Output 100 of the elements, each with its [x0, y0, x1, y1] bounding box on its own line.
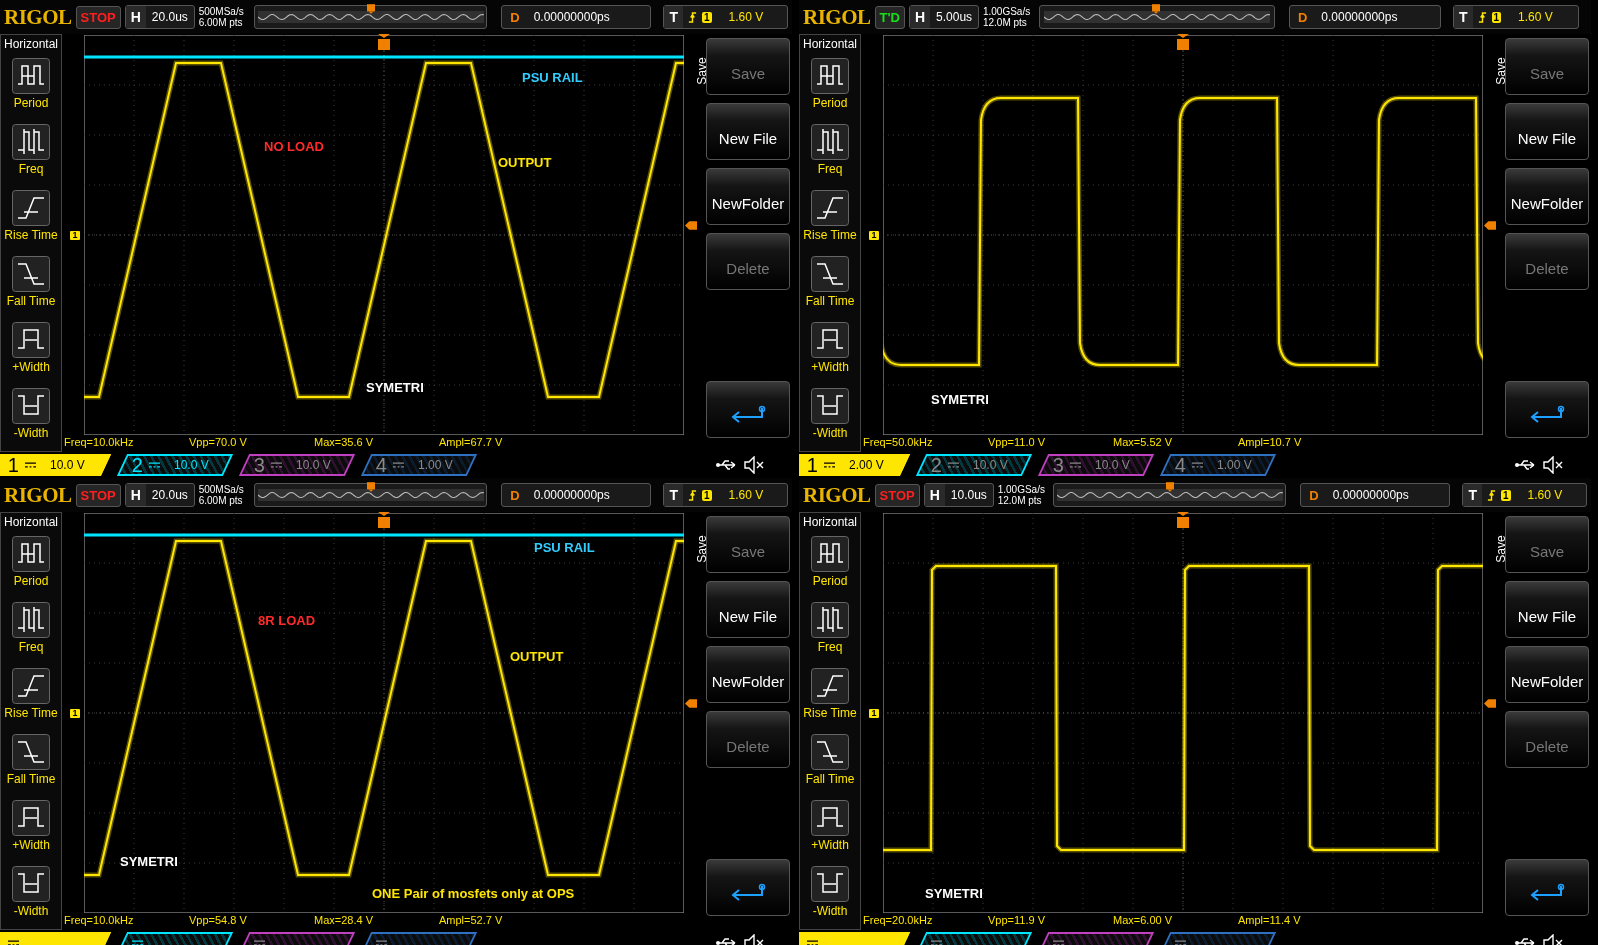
channel-tab[interactable]: 2 10.0 V	[116, 454, 234, 476]
trigger-position-icon	[367, 4, 376, 14]
delay-label: D	[509, 9, 521, 25]
softkey-button[interactable]: New File	[1505, 103, 1589, 160]
measure-label: Rise Time	[803, 228, 857, 242]
dc-coupling-icon	[25, 462, 37, 468]
measurement-value: Freq=20.0kHz	[863, 914, 934, 928]
measure-icon[interactable]	[12, 388, 50, 424]
measure-icon[interactable]	[811, 58, 849, 94]
timebase-label: H	[125, 6, 146, 28]
measurement-value: Freq=10.0kHz	[64, 914, 135, 928]
annotation-text: SYMETRI	[120, 853, 178, 869]
channel-tab[interactable]: 1 2.00 V	[799, 454, 911, 476]
channel-tab[interactable]: 3 10.0 V	[1037, 454, 1155, 476]
rising-edge-icon	[688, 10, 698, 24]
trigger-label: T	[664, 484, 684, 506]
measurement-value: Freq=50.0kHz	[863, 436, 934, 450]
run-status[interactable]: STOP	[75, 483, 121, 507]
menu-title: Horizontal	[803, 514, 857, 531]
measure-label: Freq	[18, 640, 44, 654]
brand-logo: RIGOL	[4, 4, 72, 30]
run-status[interactable]: STOP	[874, 483, 920, 507]
trigger-level-icon	[685, 220, 697, 230]
softkey-button[interactable]: New File	[1505, 581, 1589, 638]
channel-tab[interactable]: 3 10.0 V	[238, 454, 356, 476]
enter-button[interactable]	[706, 859, 790, 916]
measure-icon[interactable]	[811, 124, 849, 160]
channel-tab[interactable]: 4 1.00 V	[360, 454, 478, 476]
measure-icon[interactable]	[811, 322, 849, 358]
softkey-button[interactable]: NewFolder	[706, 646, 790, 703]
sample-rate: 500MSa/s	[198, 484, 245, 495]
enter-button[interactable]	[1505, 859, 1589, 916]
measure-icon[interactable]	[811, 256, 849, 292]
memory-depth: 6.00M pts	[198, 17, 244, 28]
trigger-position-icon	[1166, 482, 1175, 492]
measure-icon[interactable]	[811, 734, 849, 770]
dc-coupling-icon	[393, 462, 405, 468]
channel-tab[interactable]: 4 1.00 V	[1159, 454, 1277, 476]
measurement-value: Vpp=11.9 V	[988, 914, 1046, 928]
run-status[interactable]: T'D	[874, 5, 905, 29]
timebase-value: 20.0us	[150, 10, 189, 24]
measure-icon[interactable]	[12, 256, 50, 292]
measure-icon[interactable]	[811, 388, 849, 424]
measure-icon[interactable]	[12, 800, 50, 836]
measurement-value: Max=35.6 V	[314, 436, 374, 450]
measurement-value: Max=6.00 V	[1113, 914, 1173, 928]
measure-icon[interactable]	[811, 866, 849, 902]
sample-rate: 1.00GSa/s	[982, 6, 1032, 17]
annotation-text: OUTPUT	[498, 154, 552, 170]
trigger-position-icon	[367, 482, 376, 492]
brand-logo: RIGOL	[803, 482, 871, 508]
channel-tab[interactable]: 1 10.0 V	[0, 454, 112, 476]
dc-coupling-icon	[8, 940, 19, 945]
measurement-value: Max=5.52 V	[1113, 436, 1173, 450]
enter-button[interactable]	[706, 381, 790, 438]
menu-title: Horizontal	[803, 36, 857, 53]
measure-icon[interactable]	[12, 602, 50, 638]
trigger-level-icon	[685, 698, 697, 708]
dc-coupling-icon	[1070, 462, 1082, 468]
trigger-position-icon	[1151, 4, 1160, 14]
measure-icon[interactable]	[12, 124, 50, 160]
dc-coupling-icon	[1053, 940, 1064, 945]
memory-depth: 12.0M pts	[982, 17, 1028, 28]
measure-icon[interactable]	[12, 536, 50, 572]
menu-title: Horizontal	[4, 514, 58, 531]
measure-icon[interactable]	[811, 668, 849, 704]
menu-title: Save	[1493, 57, 1508, 85]
softkey-button[interactable]: NewFolder	[706, 168, 790, 225]
brand-logo: RIGOL	[4, 482, 72, 508]
channel-marker: 1	[70, 708, 80, 718]
measure-icon[interactable]	[811, 190, 849, 226]
measure-label: Period	[13, 574, 49, 588]
measure-icon[interactable]	[12, 322, 50, 358]
measure-label: Period	[812, 574, 848, 588]
measure-icon[interactable]	[12, 866, 50, 902]
measure-icon[interactable]	[811, 800, 849, 836]
menu-title: Horizontal	[4, 36, 58, 53]
softkey-button[interactable]: NewFolder	[1505, 168, 1589, 225]
channel-tab[interactable]: 2 10.0 V	[915, 454, 1033, 476]
measure-icon[interactable]	[811, 602, 849, 638]
delay-value: 0.00000000ps	[532, 488, 611, 502]
trigger-label: T	[1453, 6, 1473, 28]
dc-coupling-icon	[271, 462, 283, 468]
measure-icon[interactable]	[12, 190, 50, 226]
measure-icon[interactable]	[811, 536, 849, 572]
dc-coupling-icon	[948, 462, 960, 468]
softkey-button[interactable]: NewFolder	[1505, 646, 1589, 703]
measure-label: Fall Time	[805, 772, 855, 786]
softkey-button[interactable]: New File	[706, 581, 790, 638]
measure-label: Period	[812, 96, 848, 110]
measure-icon[interactable]	[12, 58, 50, 94]
menu-title: Save	[1493, 535, 1508, 563]
measure-icon[interactable]	[12, 734, 50, 770]
delay-value: 0.00000000ps	[1320, 10, 1399, 24]
run-status[interactable]: STOP	[75, 5, 121, 29]
measure-icon[interactable]	[12, 668, 50, 704]
annotation-text: PSU RAIL	[522, 70, 583, 86]
timebase-label: H	[125, 484, 146, 506]
enter-button[interactable]	[1505, 381, 1589, 438]
softkey-button[interactable]: New File	[706, 103, 790, 160]
